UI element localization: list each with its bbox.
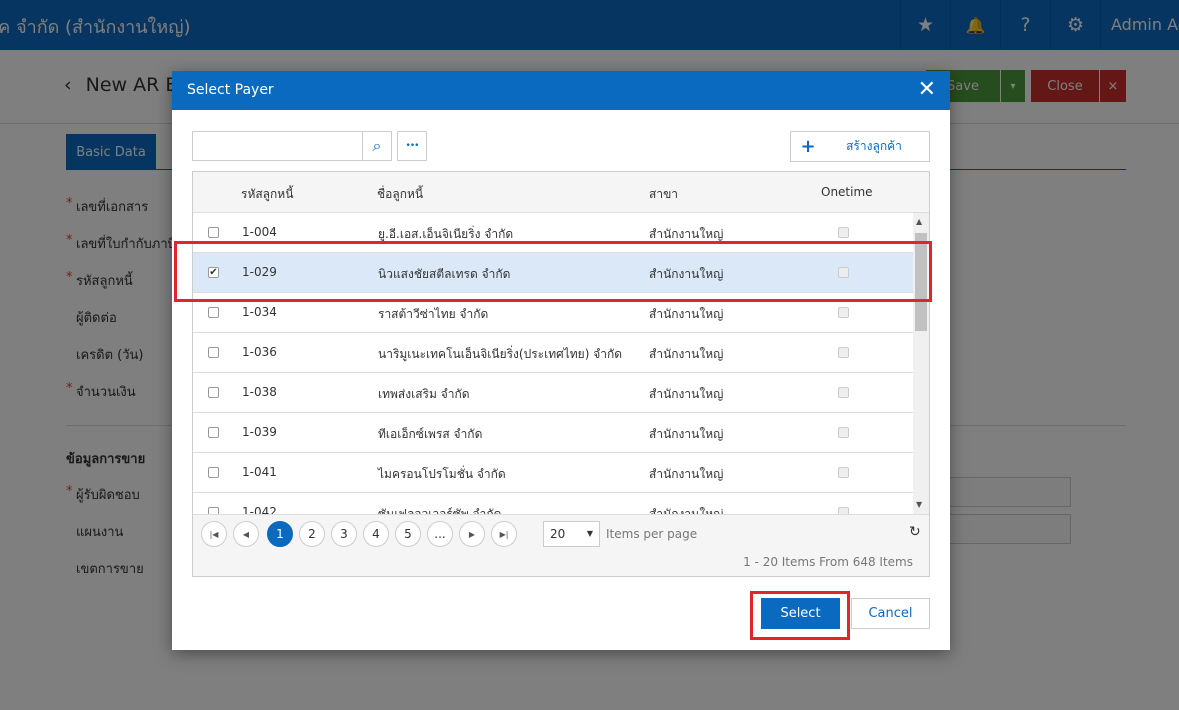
row-branch: สำนักงานใหญ่ bbox=[649, 467, 724, 481]
chevron-down-icon: ▼ bbox=[586, 529, 593, 538]
onetime-checkbox bbox=[838, 227, 849, 238]
onetime-checkbox bbox=[838, 387, 849, 398]
onetime-checkbox bbox=[838, 427, 849, 438]
table-row[interactable]: 1-042 ซันเฟลอวเวอร์ซัพ จำกัด สำนักงานใหญ… bbox=[193, 493, 913, 514]
row-branch: สำนักงานใหญ่ bbox=[649, 507, 724, 514]
items-per-page-label: Items per page bbox=[606, 527, 698, 541]
onetime-checkbox bbox=[838, 467, 849, 478]
row-branch: สำนักงานใหญ่ bbox=[649, 307, 724, 321]
table-row[interactable]: 1-039 ทีเอเอ็กซ์เพรส จำกัด สำนักงานใหญ่ bbox=[193, 413, 913, 453]
scroll-down-icon[interactable]: ▼ bbox=[916, 500, 922, 509]
row-name: เทพส่งเสริม จำกัด bbox=[378, 387, 470, 401]
row-checkbox[interactable] bbox=[208, 467, 219, 478]
select-payer-dialog: Select Payer ✕ ⌕ ••• + สร้างลูกค้า รหัสล… bbox=[172, 71, 950, 650]
row-checkbox[interactable] bbox=[208, 427, 219, 438]
last-page-button[interactable]: ▶| bbox=[491, 521, 517, 547]
selected-row-highlight bbox=[174, 241, 932, 302]
table-row[interactable]: 1-038 เทพส่งเสริม จำกัด สำนักงานใหญ่ bbox=[193, 373, 913, 413]
row-name: ไมครอนโปรโมชั่น จำกัด bbox=[378, 467, 506, 481]
onetime-checkbox bbox=[838, 307, 849, 318]
page-size-value: 20 bbox=[550, 527, 566, 541]
create-customer-label: สร้างลูกค้า bbox=[846, 139, 902, 153]
search-icon: ⌕ bbox=[372, 136, 382, 155]
column-header-code[interactable]: รหัสลูกหนี้ bbox=[241, 185, 293, 204]
row-name: ทีเอเอ็กซ์เพรส จำกัด bbox=[378, 427, 483, 441]
row-code: 1-039 bbox=[242, 425, 277, 439]
row-code: 1-038 bbox=[242, 385, 277, 399]
row-branch: สำนักงานใหญ่ bbox=[649, 347, 724, 361]
onetime-checkbox bbox=[838, 507, 849, 514]
search-input[interactable] bbox=[192, 131, 363, 161]
page-1-button[interactable]: 1 bbox=[267, 521, 293, 547]
close-icon[interactable]: ✕ bbox=[918, 77, 936, 103]
column-header-branch[interactable]: สาขา bbox=[649, 185, 678, 204]
page-size-select[interactable]: 20 ▼ bbox=[543, 521, 600, 547]
scroll-up-icon[interactable]: ▲ bbox=[916, 217, 922, 226]
page-4-button[interactable]: 4 bbox=[363, 521, 389, 547]
dialog-header: Select Payer ✕ bbox=[172, 71, 950, 110]
row-checkbox[interactable] bbox=[208, 347, 219, 358]
row-code: 1-042 bbox=[242, 505, 277, 514]
row-code: 1-041 bbox=[242, 465, 277, 479]
row-checkbox[interactable] bbox=[208, 227, 219, 238]
row-name: นาริมูเนะเทคโนเอ็นจิเนียริ่ง(ประเทศไทย) … bbox=[378, 347, 623, 361]
row-code: 1-036 bbox=[242, 345, 277, 359]
row-checkbox[interactable] bbox=[208, 507, 219, 514]
search-button[interactable]: ⌕ bbox=[362, 131, 392, 161]
next-page-button[interactable]: ▶ bbox=[459, 521, 485, 547]
table-row[interactable]: 1-036 นาริมูเนะเทคโนเอ็นจิเนียริ่ง(ประเท… bbox=[193, 333, 913, 373]
row-code: 1-034 bbox=[242, 305, 277, 319]
plus-icon: + bbox=[800, 136, 816, 157]
grid-header: รหัสลูกหนี้ ชื่อลูกหนี้ สาขา Onetime bbox=[193, 172, 929, 213]
pagination-bar: |◀ ◀ 1 2 3 4 5 ... ▶ ▶| 20 ▼ Items per p… bbox=[193, 514, 929, 576]
prev-page-button[interactable]: ◀ bbox=[233, 521, 259, 547]
page-2-button[interactable]: 2 bbox=[299, 521, 325, 547]
payer-grid: รหัสลูกหนี้ ชื่อลูกหนี้ สาขา Onetime 1-0… bbox=[192, 171, 930, 577]
item-count: 1 - 20 Items From 648 Items bbox=[743, 555, 913, 569]
column-header-name[interactable]: ชื่อลูกหนี้ bbox=[377, 185, 423, 204]
row-name: ซันเฟลอวเวอร์ซัพ จำกัด bbox=[378, 507, 502, 514]
row-branch: สำนักงานใหญ่ bbox=[649, 427, 724, 441]
row-name: ราสต้าวีซ่าไทย จำกัด bbox=[378, 307, 489, 321]
row-checkbox[interactable] bbox=[208, 387, 219, 398]
more-options-button[interactable]: ••• bbox=[397, 131, 427, 161]
first-page-button[interactable]: |◀ bbox=[201, 521, 227, 547]
row-branch: สำนักงานใหญ่ bbox=[649, 387, 724, 401]
page-5-button[interactable]: 5 bbox=[395, 521, 421, 547]
cancel-button[interactable]: Cancel bbox=[851, 598, 930, 629]
onetime-checkbox bbox=[838, 347, 849, 358]
table-row[interactable]: 1-041 ไมครอนโปรโมชั่น จำกัด สำนักงานใหญ่ bbox=[193, 453, 913, 493]
column-header-onetime[interactable]: Onetime bbox=[821, 185, 873, 199]
dialog-title: Select Payer bbox=[187, 82, 274, 98]
refresh-icon[interactable]: ↻ bbox=[909, 524, 921, 540]
more-icon: ••• bbox=[405, 141, 420, 151]
row-checkbox[interactable] bbox=[208, 307, 219, 318]
page-3-button[interactable]: 3 bbox=[331, 521, 357, 547]
more-pages-button[interactable]: ... bbox=[427, 521, 453, 547]
row-code: 1-004 bbox=[242, 225, 277, 239]
create-customer-button[interactable]: + สร้างลูกค้า bbox=[790, 131, 930, 162]
select-button-highlight bbox=[750, 591, 850, 640]
